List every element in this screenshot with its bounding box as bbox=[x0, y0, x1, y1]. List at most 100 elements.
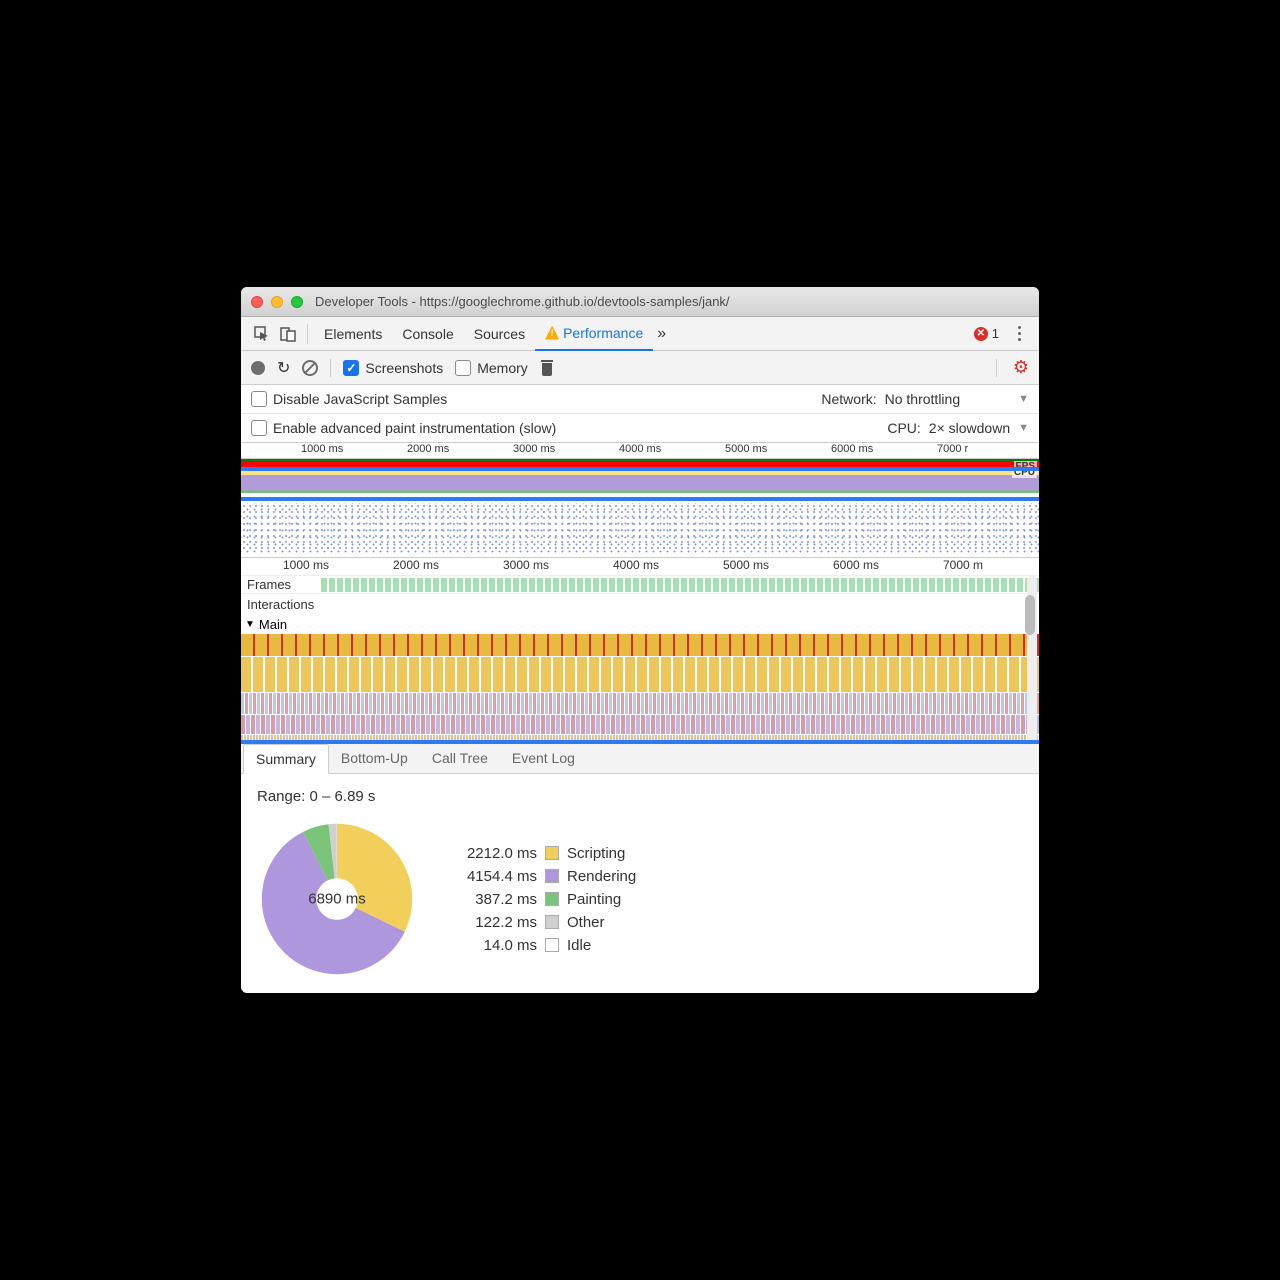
clear-icon[interactable] bbox=[302, 360, 318, 376]
checkbox-icon bbox=[455, 360, 471, 376]
tabs-overflow-icon[interactable]: » bbox=[657, 325, 666, 343]
disable-js-label: Disable JavaScript Samples bbox=[273, 391, 447, 407]
ruler-tick: 5000 ms bbox=[723, 558, 769, 572]
interactions-label: Interactions bbox=[241, 597, 321, 612]
legend-swatch bbox=[545, 892, 559, 906]
legend-swatch bbox=[545, 915, 559, 929]
legend-label: Scripting bbox=[567, 845, 625, 862]
trash-icon[interactable] bbox=[540, 360, 554, 376]
ruler-tick: 3000 ms bbox=[503, 558, 549, 572]
disable-js-checkbox[interactable]: Disable JavaScript Samples bbox=[251, 391, 447, 407]
devtools-window: Developer Tools - https://googlechrome.g… bbox=[241, 287, 1039, 993]
error-icon: ✕ bbox=[974, 327, 988, 341]
tab-console[interactable]: Console bbox=[392, 317, 463, 351]
screenshots-checkbox[interactable]: Screenshots bbox=[343, 360, 443, 376]
titlebar: Developer Tools - https://googlechrome.g… bbox=[241, 287, 1039, 317]
main-track[interactable]: ▼ Main bbox=[241, 615, 1039, 744]
ruler-tick: 4000 ms bbox=[619, 443, 661, 455]
tab-event-log[interactable]: Event Log bbox=[500, 744, 587, 773]
warning-icon bbox=[545, 326, 559, 340]
main-label: Main bbox=[259, 617, 287, 632]
ruler-tick: 4000 ms bbox=[613, 558, 659, 572]
settings-row-1: Disable JavaScript Samples Network: No t… bbox=[241, 385, 1039, 414]
reload-icon[interactable]: ↻ bbox=[277, 358, 290, 378]
error-badge[interactable]: ✕ 1 bbox=[974, 326, 999, 341]
cpu-value: 2× slowdown bbox=[929, 420, 1010, 436]
interactions-track[interactable]: Interactions bbox=[241, 593, 1039, 615]
frames-track[interactable]: Frames bbox=[241, 575, 1039, 593]
separator bbox=[307, 324, 308, 344]
checkbox-icon bbox=[251, 420, 267, 436]
cpu-dropdown[interactable]: CPU: 2× slowdown ▼ bbox=[887, 420, 1029, 436]
ruler-tick: 7000 m bbox=[943, 558, 983, 572]
legend-row: 14.0 ms Idle bbox=[447, 937, 636, 954]
tab-call-tree[interactable]: Call Tree bbox=[420, 744, 500, 773]
donut-chart: 6890 ms bbox=[257, 819, 417, 979]
error-count: 1 bbox=[992, 326, 999, 341]
tab-summary[interactable]: Summary bbox=[243, 744, 329, 774]
screenshots-filmstrip[interactable] bbox=[241, 503, 1039, 553]
details-pane: Summary Bottom-Up Call Tree Event Log Ra… bbox=[241, 744, 1039, 993]
legend-value: 122.2 ms bbox=[447, 914, 537, 931]
legend-row: 2212.0 ms Scripting bbox=[447, 845, 636, 862]
tab-performance-label: Performance bbox=[563, 325, 643, 341]
ruler-tick: 5000 ms bbox=[725, 443, 767, 455]
legend-label: Painting bbox=[567, 891, 621, 908]
overview-ruler: 1000 ms 2000 ms 3000 ms 4000 ms 5000 ms … bbox=[241, 443, 1039, 459]
ruler-tick: 6000 ms bbox=[833, 558, 879, 572]
main-header[interactable]: ▼ Main bbox=[241, 615, 1039, 634]
chevron-down-icon: ▼ bbox=[1018, 393, 1029, 405]
fps-track: FPS bbox=[241, 459, 1039, 467]
timeline-body[interactable]: Frames Interactions ▼ Main bbox=[241, 575, 1039, 744]
traffic-lights bbox=[251, 296, 303, 308]
ruler-tick: 1000 ms bbox=[283, 558, 329, 572]
legend-value: 387.2 ms bbox=[447, 891, 537, 908]
donut-total: 6890 ms bbox=[308, 891, 366, 908]
legend-row: 4154.4 ms Rendering bbox=[447, 868, 636, 885]
tab-bottom-up[interactable]: Bottom-Up bbox=[329, 744, 420, 773]
flame-chart[interactable] bbox=[241, 634, 1039, 744]
scroll-thumb[interactable] bbox=[1025, 595, 1035, 635]
cpu-label: CPU bbox=[1012, 467, 1037, 478]
device-icon[interactable] bbox=[275, 321, 301, 347]
ruler-tick: 7000 r bbox=[937, 443, 968, 455]
menu-icon[interactable] bbox=[1007, 322, 1031, 346]
close-icon[interactable] bbox=[251, 296, 263, 308]
tab-bar: Elements Console Sources Performance » ✕… bbox=[241, 317, 1039, 351]
network-dropdown[interactable]: Network: No throttling ▼ bbox=[821, 391, 1029, 407]
chevron-down-icon: ▼ bbox=[245, 619, 255, 630]
legend: 2212.0 ms Scripting 4154.4 ms Rendering 38… bbox=[447, 845, 636, 954]
window-title: Developer Tools - https://googlechrome.g… bbox=[315, 294, 730, 309]
legend-row: 122.2 ms Other bbox=[447, 914, 636, 931]
minimize-icon[interactable] bbox=[271, 296, 283, 308]
checkbox-icon bbox=[343, 360, 359, 376]
tab-performance[interactable]: Performance bbox=[535, 317, 653, 351]
cpu-label: CPU: bbox=[887, 420, 920, 436]
net-track bbox=[241, 493, 1039, 499]
legend-label: Rendering bbox=[567, 868, 636, 885]
cpu-track: CPU bbox=[241, 467, 1039, 493]
overview-section[interactable]: 1000 ms 2000 ms 3000 ms 4000 ms 5000 ms … bbox=[241, 443, 1039, 553]
legend-label: Other bbox=[567, 914, 605, 931]
zoom-icon[interactable] bbox=[291, 296, 303, 308]
legend-swatch bbox=[545, 869, 559, 883]
record-button[interactable] bbox=[251, 361, 265, 375]
range-text: Range: 0 – 6.89 s bbox=[257, 788, 1023, 805]
inspect-icon[interactable] bbox=[249, 321, 275, 347]
tab-elements[interactable]: Elements bbox=[314, 317, 392, 351]
settings-gear-icon[interactable]: ⚙ bbox=[1013, 357, 1029, 378]
detail-tabs: Summary Bottom-Up Call Tree Event Log bbox=[241, 744, 1039, 774]
memory-checkbox[interactable]: Memory bbox=[455, 360, 528, 376]
checkbox-icon bbox=[251, 391, 267, 407]
frames-bars bbox=[321, 578, 1039, 592]
scrollbar[interactable] bbox=[1027, 575, 1037, 744]
summary-body: 6890 ms 2212.0 ms Scripting 4154.4 ms Ren… bbox=[257, 819, 1023, 979]
advanced-paint-label: Enable advanced paint instrumentation (s… bbox=[273, 420, 556, 436]
tab-sources[interactable]: Sources bbox=[464, 317, 535, 351]
advanced-paint-checkbox[interactable]: Enable advanced paint instrumentation (s… bbox=[251, 420, 556, 436]
timeline-ruler: 1000 ms 2000 ms 3000 ms 4000 ms 5000 ms … bbox=[241, 557, 1039, 575]
legend-value: 14.0 ms bbox=[447, 937, 537, 954]
separator bbox=[996, 359, 997, 377]
ruler-tick: 2000 ms bbox=[407, 443, 449, 455]
legend-swatch bbox=[545, 846, 559, 860]
